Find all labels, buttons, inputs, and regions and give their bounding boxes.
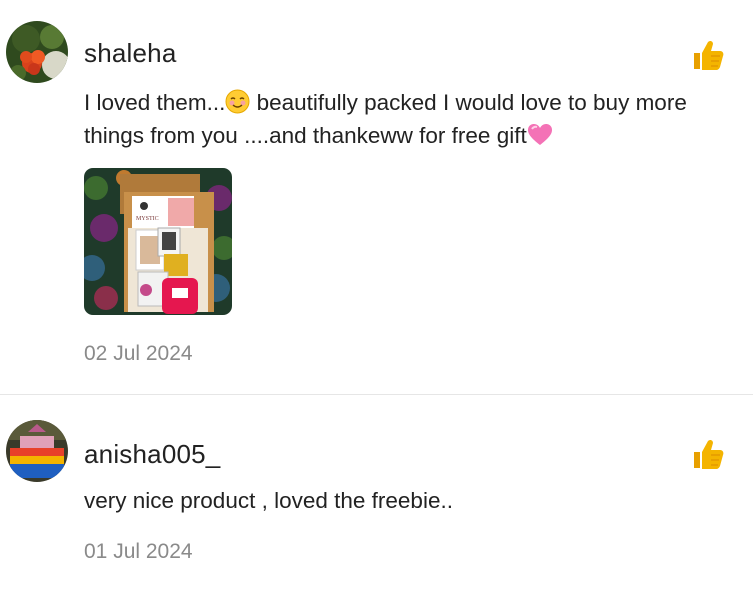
username[interactable]: shaleha	[84, 38, 176, 69]
review-text-part: I loved them...	[84, 90, 226, 115]
smiling-face-emoji	[225, 89, 250, 121]
thumbs-up-icon[interactable]	[691, 38, 725, 72]
review-card: anisha005_ very nice product , loved the…	[0, 395, 753, 597]
username[interactable]: anisha005_	[84, 439, 220, 470]
avatar[interactable]	[6, 420, 68, 482]
review-date: 01 Jul 2024	[84, 540, 193, 563]
review-card: shaleha I loved them... beautifully pack…	[0, 0, 753, 395]
thumbs-up-icon[interactable]	[691, 437, 725, 471]
review-text: I loved them... beautifully packed I wou…	[84, 88, 724, 154]
pink-heart-emoji	[527, 123, 553, 154]
review-text: very nice product , loved the freebie..	[84, 488, 453, 513]
avatar[interactable]	[6, 21, 68, 83]
photo-card-label: MYSTIC	[136, 216, 159, 222]
review-photo[interactable]: MYSTIC	[84, 168, 232, 315]
review-date: 02 Jul 2024	[84, 342, 193, 365]
